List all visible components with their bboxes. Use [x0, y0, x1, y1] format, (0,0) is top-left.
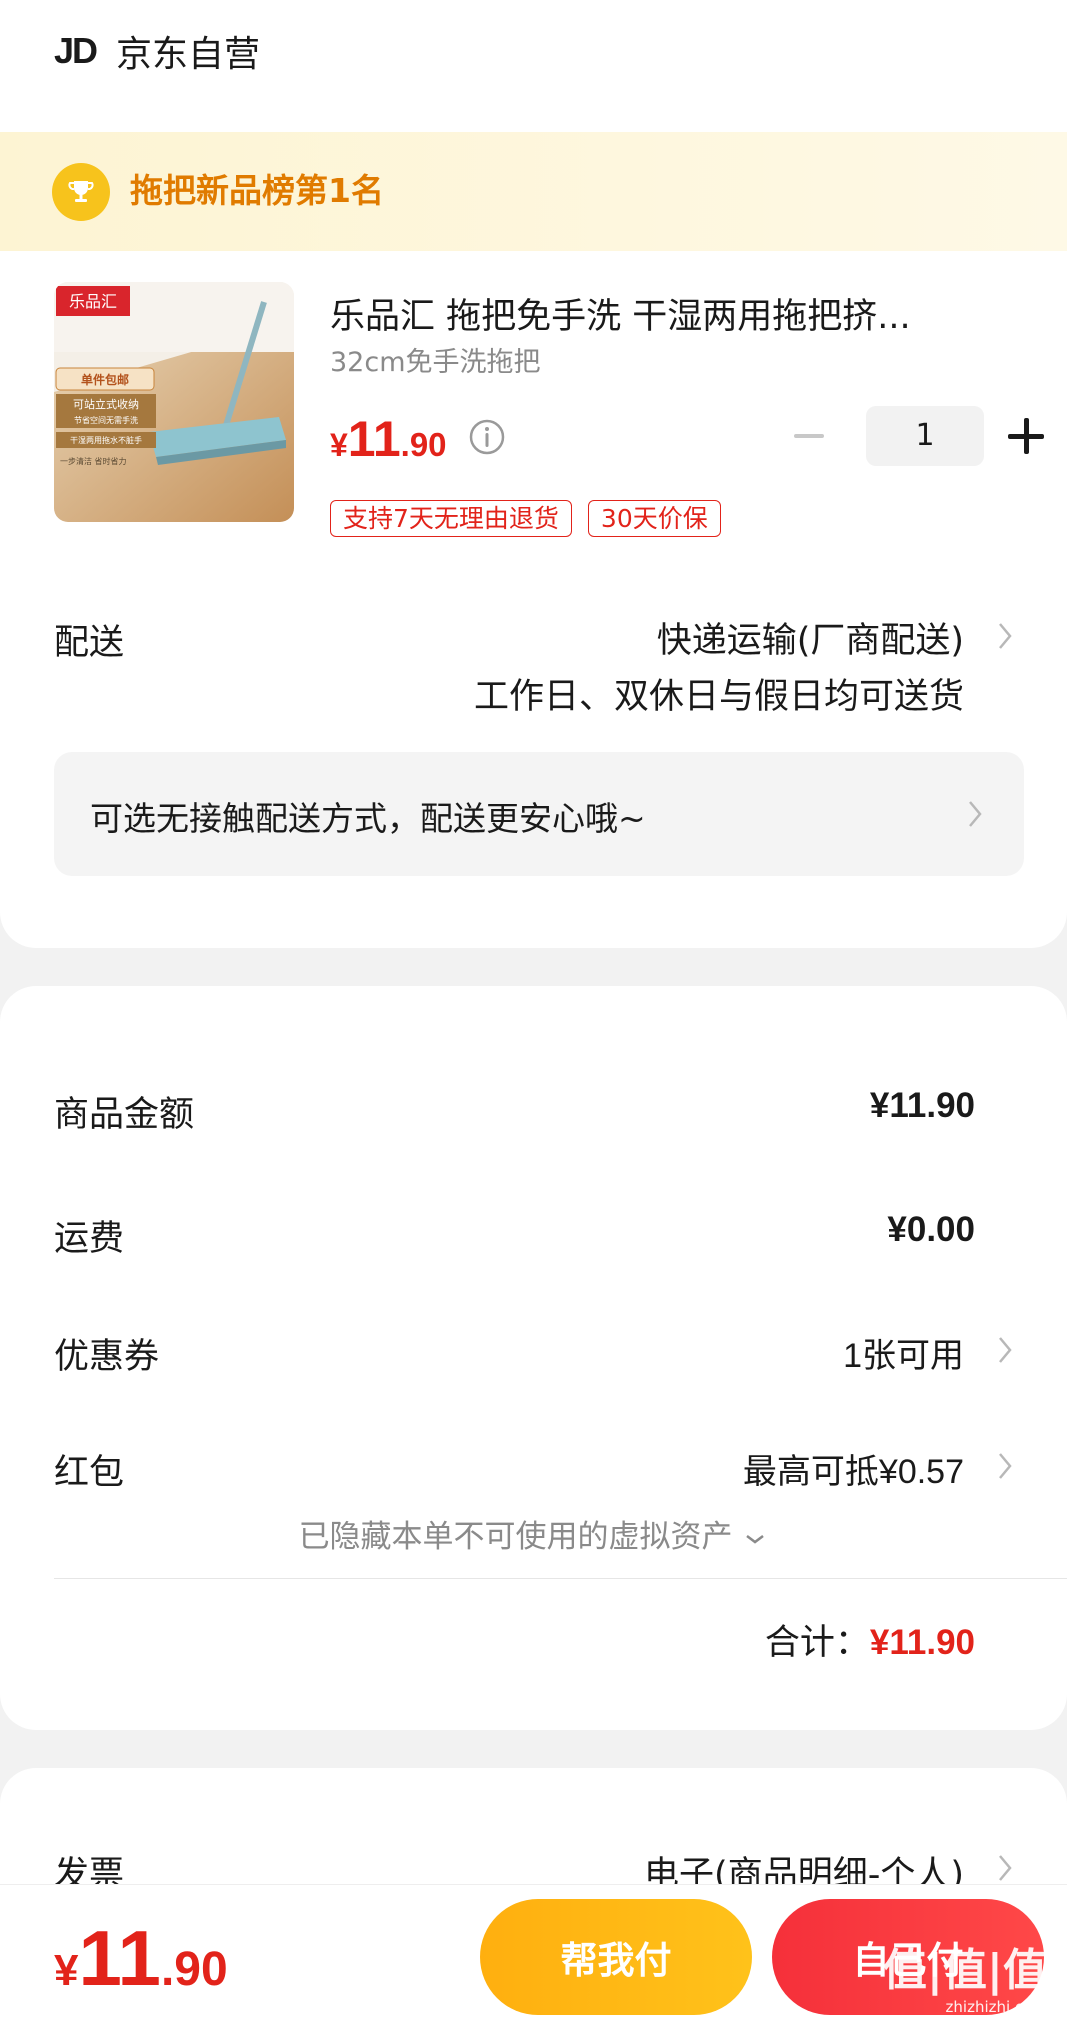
total-label: 合计： — [764, 1623, 870, 1663]
divider — [54, 1578, 1067, 1579]
price-decimal: .90 — [400, 426, 447, 463]
order-item-card: JD 京东自营 拖把新品榜第1名 乐品汇 单件包邮 可站立式收纳 节省空间无需手… — [0, 0, 1067, 948]
quantity-minus-button[interactable] — [786, 413, 832, 459]
redpacket-label: 红包 — [54, 1453, 125, 1493]
product-title[interactable]: 乐品汇 拖把免手洗 干湿两用拖把挤... — [330, 288, 990, 339]
checkout-page: JD 京东自营 拖把新品榜第1名 乐品汇 单件包邮 可站立式收纳 节省空间无需手… — [0, 0, 1067, 2026]
goods-amount-label: 商品金额 — [54, 1095, 195, 1135]
invoice-chevron-icon — [999, 1855, 1012, 1881]
price-integer: 11 — [347, 411, 401, 467]
shipping-chevron-icon[interactable] — [994, 618, 1016, 654]
shipping-time: 工作日、双休日与假日均可送货 — [473, 677, 964, 717]
coupon-chevron-icon[interactable] — [994, 1332, 1016, 1368]
trophy-icon — [52, 163, 110, 221]
store-header[interactable]: JD 京东自营 — [54, 26, 260, 76]
bottom-price-currency: ¥ — [54, 1946, 79, 1995]
image-line-2: 节省空间无需手洗 — [74, 415, 138, 425]
contactless-delivery-notice[interactable]: 可选无接触配送方式，配送更安心哦~ — [54, 752, 1024, 876]
help-me-pay-button[interactable]: 帮我付 — [480, 1899, 752, 2015]
total-value: ¥11.90 — [869, 1623, 975, 1662]
image-brand: 乐品汇 — [69, 292, 117, 311]
store-name: 京东自营 — [116, 34, 261, 75]
coupon-label: 优惠券 — [54, 1337, 160, 1377]
goods-amount-value: ¥11.90 — [869, 1086, 975, 1125]
bottom-total-price: ¥11.90 — [54, 1913, 228, 2004]
service-tags: 支持7天无理由退货 30天价保 — [330, 500, 721, 537]
product-image[interactable]: 乐品汇 单件包邮 可站立式收纳 节省空间无需手洗 干湿两用拖水不脏手 一步清洁 … — [54, 282, 294, 522]
notice-chevron-icon — [969, 801, 982, 827]
hidden-assets-toggle[interactable]: 已隐藏本单不可使用的虚拟资产 — [0, 1511, 1067, 1556]
redpacket-chevron-icon[interactable] — [994, 1448, 1016, 1484]
image-line-3: 干湿两用拖水不脏手 — [70, 435, 142, 445]
watermark-url: zhizhizhi.com — [945, 1998, 1047, 2016]
rank-banner[interactable]: 拖把新品榜第1名 — [0, 132, 1067, 251]
shipping-label: 配送 — [54, 623, 125, 663]
price-protect-tag: 30天价保 — [587, 500, 721, 537]
return-policy-tag: 支持7天无理由退货 — [330, 500, 572, 537]
product-price: ¥11.90 — [330, 410, 447, 468]
quantity-plus-button[interactable] — [1006, 416, 1046, 456]
watermark: 值|值|值 zhizhizhi.com — [883, 1934, 1047, 2016]
redpacket-value[interactable]: 最高可抵¥0.57 — [743, 1444, 964, 1493]
hidden-assets-text: 已隐藏本单不可使用的虚拟资产 — [298, 1519, 733, 1555]
product-spec[interactable]: 32cm免手洗拖把 — [330, 340, 541, 379]
bottom-price-decimal: .90 — [160, 1943, 228, 1996]
watermark-text: 值|值|值 — [882, 1945, 1047, 1996]
freight-label: 运费 — [54, 1219, 125, 1259]
quantity-input[interactable]: 1 — [866, 406, 984, 466]
freight-value: ¥0.00 — [887, 1210, 975, 1249]
image-line-1: 可站立式收纳 — [73, 397, 139, 411]
order-total: 合计：¥11.90 — [765, 1614, 975, 1665]
notice-text: 可选无接触配送方式，配送更安心哦~ — [90, 799, 646, 838]
checkout-bar: ¥11.90 帮我付 自己付 值|值|值 zhizhizhi.com — [0, 1884, 1067, 2026]
coupon-value[interactable]: 1张可用 — [843, 1328, 964, 1377]
bottom-price-integer: 11 — [78, 1914, 161, 2002]
quantity-stepper: 1 — [786, 406, 1046, 466]
image-badge: 单件包邮 — [81, 372, 129, 387]
price-summary-card: 商品金额 ¥11.90 运费 ¥0.00 优惠券 1张可用 红包 最高可抵¥0.… — [0, 986, 1067, 1730]
shipping-method[interactable]: 快递运输(厂商配送) — [657, 612, 964, 663]
jd-logo: JD — [54, 30, 98, 71]
image-line-4: 一步清洁 省时省力 — [60, 456, 127, 466]
rank-text: 拖把新品榜第1名 — [130, 171, 384, 210]
chevron-down-icon — [746, 1534, 765, 1544]
price-currency: ¥ — [330, 427, 348, 463]
price-info-icon[interactable] — [468, 418, 506, 456]
